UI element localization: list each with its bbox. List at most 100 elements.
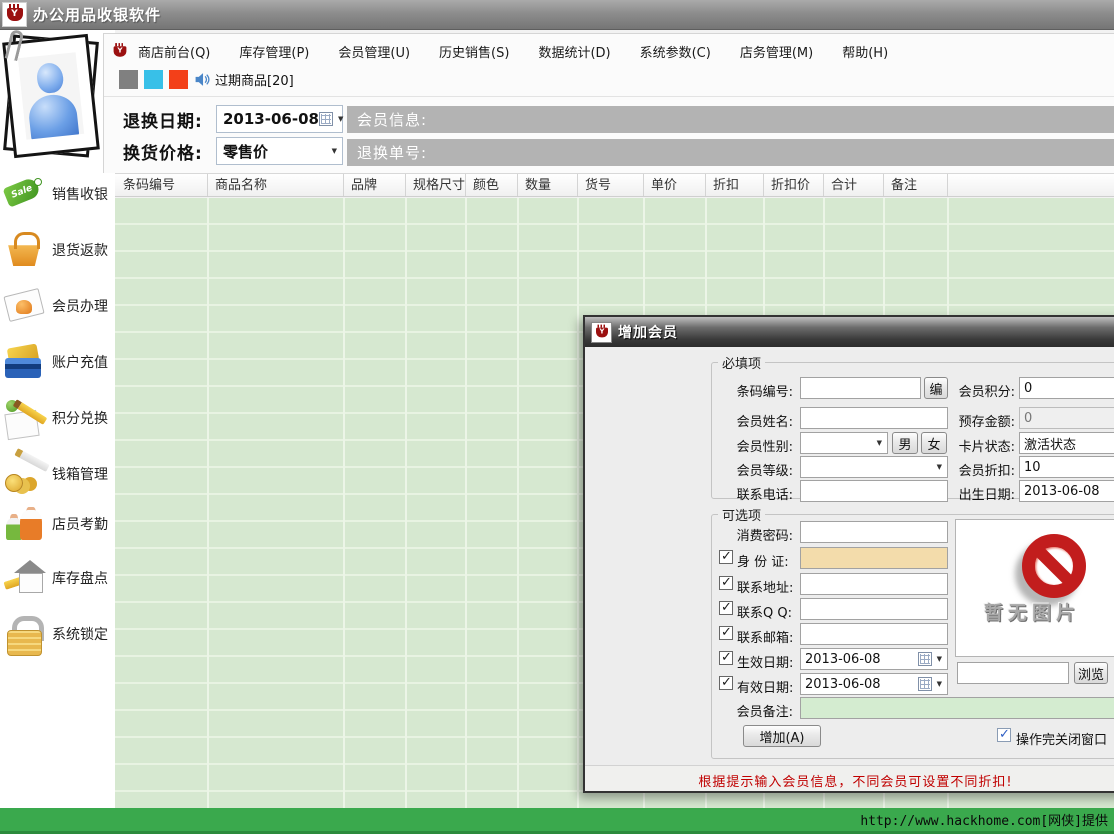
sidebar-item-sales[interactable]: 销售收银 [2, 170, 114, 218]
start-date-value: 2013-06-08 [805, 652, 918, 667]
photo-path-input[interactable] [957, 662, 1069, 684]
add-member-button[interactable]: 增加(A) [743, 725, 821, 747]
col-item-no[interactable]: 货号 [577, 174, 643, 196]
menu-statistics[interactable]: 数据统计(D) [538, 42, 610, 61]
member-name-input[interactable] [800, 407, 948, 429]
basket-icon [2, 228, 46, 272]
password-input[interactable] [800, 521, 948, 543]
col-remark[interactable]: 备注 [883, 174, 947, 196]
expired-goods-badge[interactable]: 过期商品[20] [215, 70, 294, 89]
id-input[interactable] [800, 547, 948, 569]
menu-app-icon: Y [114, 46, 127, 56]
card-status-input[interactable] [1019, 432, 1114, 454]
col-quantity[interactable]: 数量 [517, 174, 577, 196]
menu-inventory[interactable]: 库存管理(P) [239, 42, 309, 61]
deposit-label: 预存金额: [951, 411, 1015, 430]
dialog-title-bar[interactable]: Y 增加会员 [585, 317, 1114, 347]
end-date-checkbox[interactable] [719, 676, 733, 690]
sale-tag-icon [2, 172, 46, 216]
divider [104, 96, 1114, 97]
email-input[interactable] [800, 623, 948, 645]
cyan-square-swatch[interactable] [144, 70, 163, 89]
col-brand[interactable]: 品牌 [343, 174, 405, 196]
dialog-app-icon: Y [591, 322, 612, 343]
toolbar: 过期商品[20] [104, 66, 1114, 92]
sidebar-item-recharge[interactable]: 账户充值 [2, 338, 114, 386]
end-date-picker[interactable]: 2013-06-08 ▼ [800, 673, 948, 695]
top-panel: Y 商店前台(Q) 库存管理(P) 会员管理(U) 历史销售(S) 数据统计(D… [103, 33, 1114, 173]
sidebar-item-cashbox[interactable]: 钱箱管理 [2, 450, 114, 498]
menu-history[interactable]: 历史销售(S) [439, 42, 509, 61]
member-name-label: 会员姓名: [715, 411, 793, 430]
close-after-checkbox[interactable] [997, 728, 1011, 742]
member-level-select[interactable]: ▼ [800, 456, 948, 478]
chevron-down-icon: ▼ [332, 147, 337, 155]
menu-help[interactable]: 帮助(H) [842, 42, 888, 61]
red-square-swatch[interactable] [169, 70, 188, 89]
start-date-picker[interactable]: 2013-06-08 ▼ [800, 648, 948, 670]
return-date-picker[interactable]: 2013-06-08 ▼ [216, 105, 343, 133]
points-input[interactable] [1019, 377, 1114, 399]
menu-store-front[interactable]: 商店前台(Q) [138, 42, 210, 61]
sidebar-item-refund[interactable]: 退货返款 [2, 226, 114, 274]
window-title: 办公用品收银软件 [33, 4, 161, 25]
add-member-dialog: Y 增加会员 必填项 条码编号: 编 会员积分: 会员姓名: 预存金额: 会员性… [583, 315, 1114, 793]
col-discount-price[interactable]: 折扣价 [763, 174, 823, 196]
sidebar-item-inventory[interactable]: 库存盘点 [2, 554, 114, 602]
edit-barcode-button[interactable]: 编 [924, 377, 948, 399]
email-checkbox[interactable] [719, 626, 733, 640]
title-bar: Y 办公用品收银软件 [0, 0, 1114, 30]
menu-store-admin[interactable]: 店务管理(M) [740, 42, 813, 61]
birth-date-label: 出生日期: [951, 484, 1015, 503]
calendar-icon [918, 652, 932, 666]
sidebar-item-label: 销售收银 [52, 184, 108, 204]
phone-input[interactable] [800, 480, 948, 502]
col-barcode[interactable]: 条码编号 [115, 174, 207, 196]
male-button[interactable]: 男 [892, 432, 918, 454]
address-checkbox[interactable] [719, 576, 733, 590]
barcode-input[interactable] [800, 377, 921, 399]
start-date-label: 生效日期: [737, 652, 793, 671]
sidebar-item-label: 积分兑换 [52, 408, 108, 428]
col-unit-price[interactable]: 单价 [643, 174, 705, 196]
menu-parameters[interactable]: 系统参数(C) [640, 42, 711, 61]
email-label: 联系邮箱: [737, 627, 793, 646]
member-photo-box: 暂无图片 [955, 519, 1114, 657]
id-checkbox[interactable] [719, 550, 733, 564]
gender-select[interactable]: ▼ [800, 432, 888, 454]
col-total[interactable]: 合计 [823, 174, 883, 196]
sidebar-item-label: 系统锁定 [52, 624, 108, 644]
gray-square-swatch[interactable] [119, 70, 138, 89]
optional-group-legend: 可选项 [718, 505, 765, 524]
chevron-down-icon: ▼ [338, 115, 343, 123]
cashbox-icon [2, 452, 46, 496]
calendar-icon [319, 112, 333, 126]
sidebar-item-lock[interactable]: 系统锁定 [2, 610, 114, 658]
no-image-icon [1022, 534, 1086, 598]
sidebar-item-attendance[interactable]: 店员考勤 [2, 500, 114, 548]
qq-input[interactable] [800, 598, 948, 620]
exchange-price-select[interactable]: 零售价 ▼ [216, 137, 343, 165]
col-discount[interactable]: 折扣 [705, 174, 763, 196]
items-table-header: 条码编号 商品名称 品牌 规格尺寸 颜色 数量 货号 单价 折扣 折扣价 合计 … [115, 173, 1114, 197]
qq-checkbox[interactable] [719, 601, 733, 615]
start-date-checkbox[interactable] [719, 651, 733, 665]
col-product-name[interactable]: 商品名称 [207, 174, 343, 196]
gender-label: 会员性别: [715, 436, 793, 455]
sidebar-item-member[interactable]: 会员办理 [2, 282, 114, 330]
menu-members[interactable]: 会员管理(U) [338, 42, 410, 61]
female-button[interactable]: 女 [921, 432, 947, 454]
provider-credit: http://www.hackhome.com[网侠]提供 [860, 810, 1108, 829]
browse-button[interactable]: 浏览 [1074, 662, 1108, 684]
col-spec[interactable]: 规格尺寸 [405, 174, 465, 196]
app-window: Y 办公用品收银软件 销售收银 退货返款 会员办理 账户充值 积分兑换 [0, 0, 1114, 834]
member-discount-input[interactable] [1019, 456, 1114, 478]
member-note-input[interactable] [800, 697, 1114, 719]
return-no-bar: 退换单号: [347, 139, 1114, 166]
chevron-down-icon: ▼ [937, 680, 942, 688]
birth-date-input[interactable] [1019, 480, 1114, 502]
staff-icon [2, 502, 46, 546]
sidebar-item-points[interactable]: 积分兑换 [2, 394, 114, 442]
address-input[interactable] [800, 573, 948, 595]
col-color[interactable]: 颜色 [465, 174, 517, 196]
